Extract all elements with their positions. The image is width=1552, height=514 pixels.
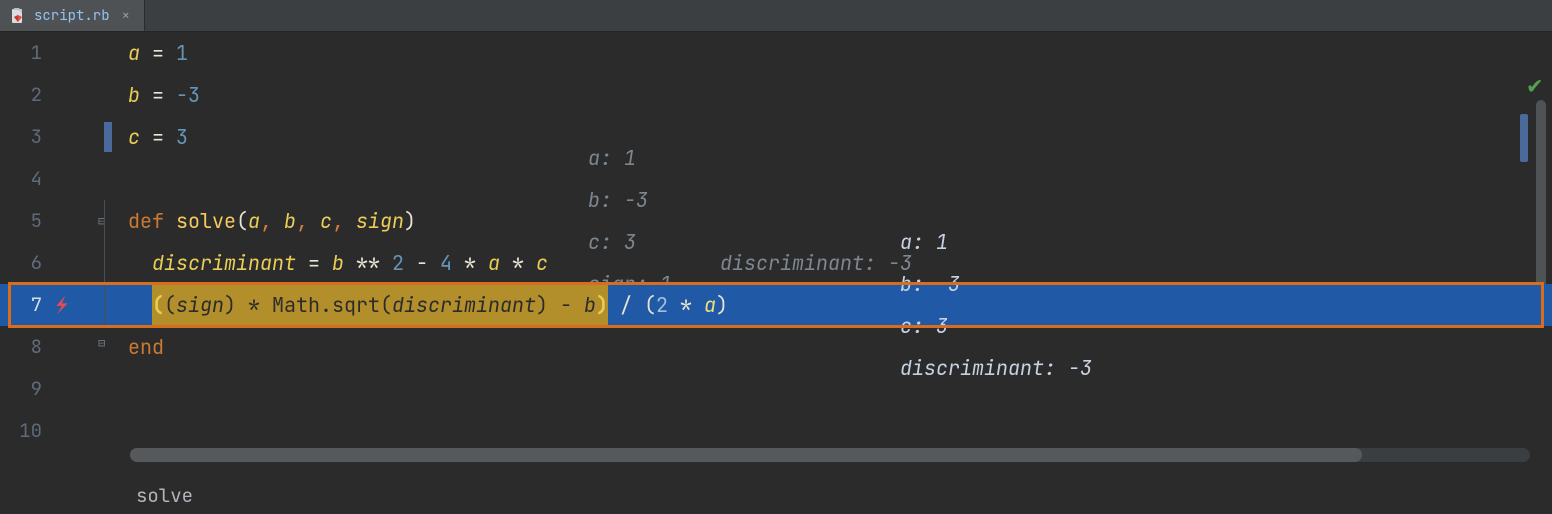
gutter: 1 xyxy=(0,32,104,74)
tab-bar: script.rb × xyxy=(0,0,1552,32)
line-number: 4 xyxy=(0,158,48,200)
editor: ✔ 1 a = 1 2 b = -3 xyxy=(0,32,1552,514)
tab-script-rb[interactable]: script.rb × xyxy=(0,0,145,31)
line-number: 1 xyxy=(0,32,48,74)
line-number: 6 xyxy=(0,242,48,284)
horizontal-scrollbar-thumb[interactable] xyxy=(130,448,1362,462)
line-number: 7 xyxy=(0,284,48,326)
horizontal-scrollbar[interactable] xyxy=(130,448,1530,462)
code-line[interactable]: 2 b = -3 xyxy=(0,74,1552,116)
line-number: 9 xyxy=(0,368,48,410)
code-line[interactable]: 3 c = 3 xyxy=(0,116,1552,158)
line-number: 3 xyxy=(0,116,48,158)
code-line[interactable]: 1 a = 1 xyxy=(0,32,1552,74)
line-number: 5 xyxy=(0,200,48,242)
execution-point-icon[interactable]: ⚡ xyxy=(56,284,68,326)
ruby-file-icon xyxy=(10,8,26,24)
inline-values: a: 1 b: -3 c: 3 discriminant: -3 xyxy=(756,179,1110,431)
line-number: 10 xyxy=(0,410,48,452)
code-line-execution-point[interactable]: 7 ⚡ ((sign) * Math.sqrt(discriminant) - … xyxy=(0,284,1552,326)
gutter: 3 xyxy=(0,116,104,158)
close-icon[interactable]: × xyxy=(122,7,130,25)
line-number: 8 xyxy=(0,326,48,368)
line-number: 2 xyxy=(0,74,48,116)
code-area[interactable]: ✔ 1 a = 1 2 b = -3 xyxy=(0,32,1552,514)
breadcrumb-item[interactable]: solve xyxy=(136,483,193,508)
tab-filename: script.rb xyxy=(34,7,110,25)
breadcrumb[interactable]: solve xyxy=(0,476,1552,514)
gutter: 2 xyxy=(0,74,104,116)
